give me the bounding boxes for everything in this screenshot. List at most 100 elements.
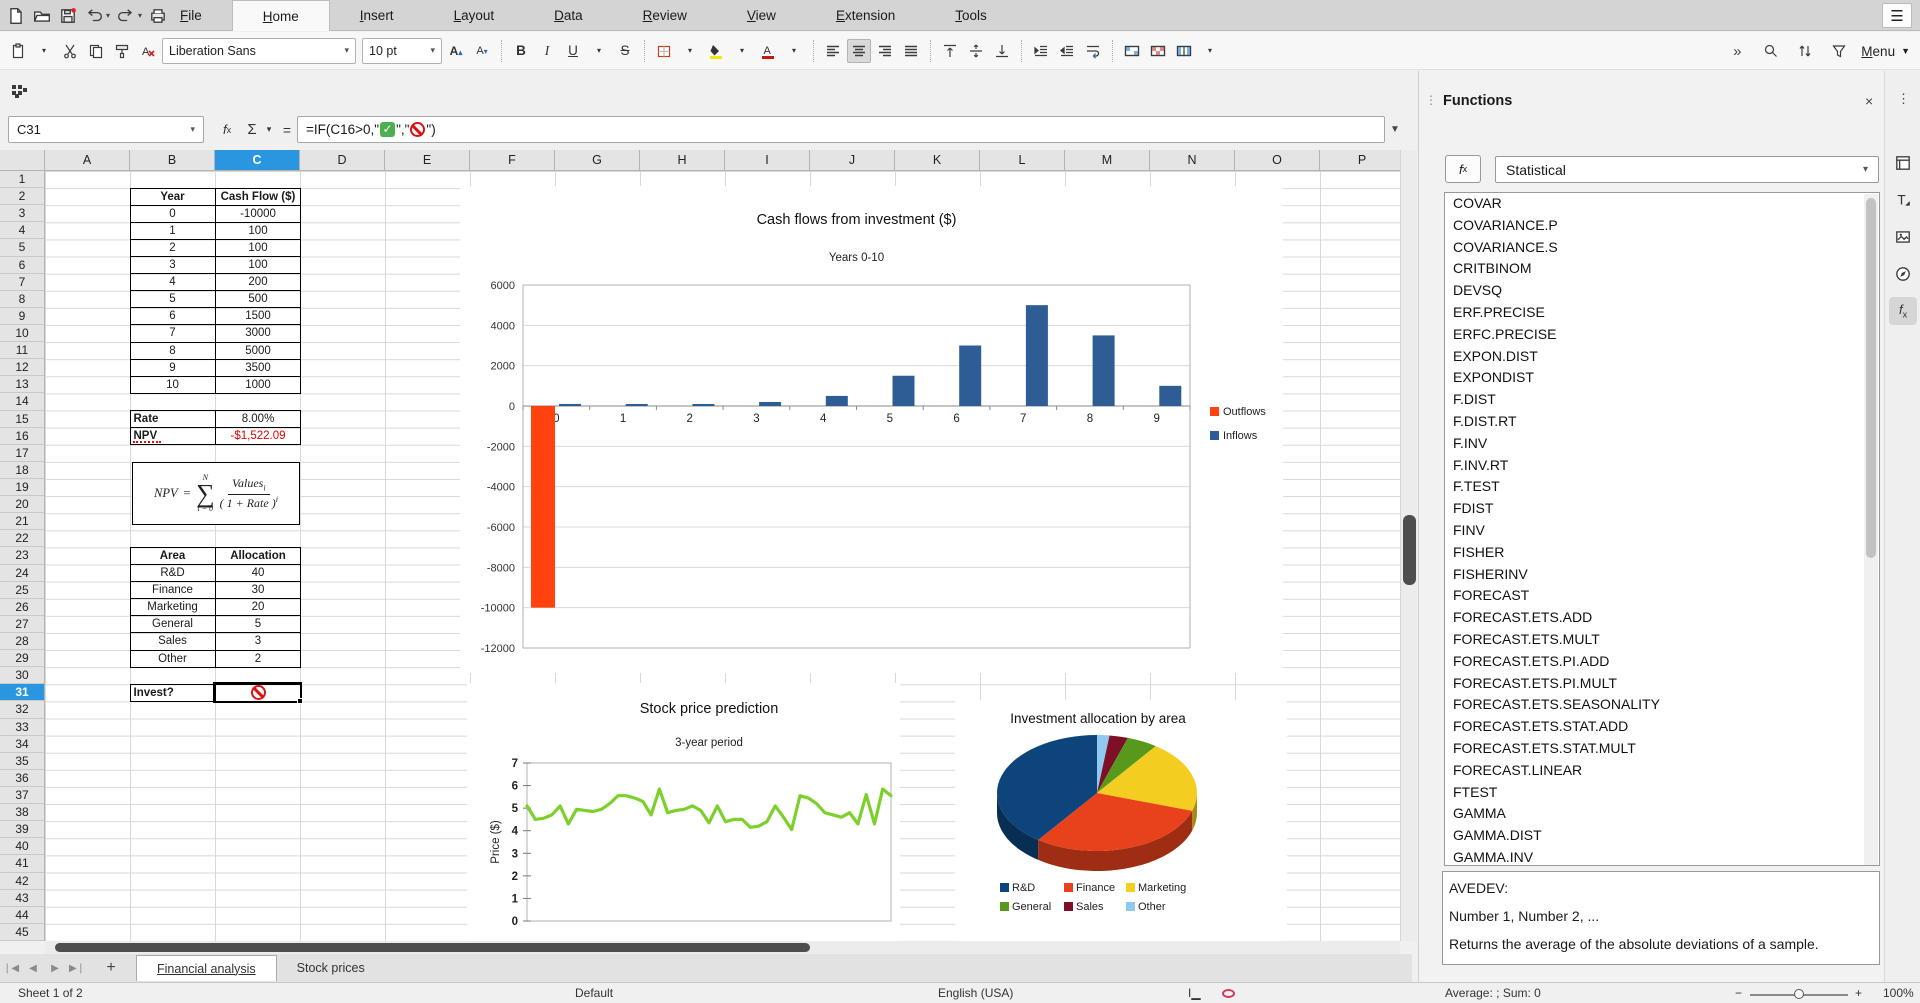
function-item-expon.dist[interactable]: EXPON.DIST xyxy=(1445,346,1879,368)
column-header-L[interactable]: L xyxy=(980,150,1065,170)
function-item-critbinom[interactable]: CRITBINOM xyxy=(1445,258,1879,280)
row-header-40[interactable]: 40 xyxy=(0,838,44,855)
gallery-icon[interactable] xyxy=(1889,223,1917,251)
language[interactable]: English (USA) xyxy=(938,986,1013,1000)
open-icon[interactable] xyxy=(32,6,52,26)
row-header-23[interactable]: 23 xyxy=(0,547,44,564)
undo-icon[interactable] xyxy=(84,6,104,26)
toolbar-overflow-button[interactable]: » xyxy=(1725,39,1749,63)
cell-B25[interactable]: Finance xyxy=(131,582,216,599)
row-header-24[interactable]: 24 xyxy=(0,565,44,582)
function-item-forecast.ets.pi.mult[interactable]: FORECAST.ETS.PI.MULT xyxy=(1445,673,1879,695)
function-item-forecast.ets.seasonality[interactable]: FORECAST.ETS.SEASONALITY xyxy=(1445,694,1879,716)
cell-C10[interactable]: 3000 xyxy=(216,325,301,342)
cell-B31[interactable]: Invest? xyxy=(131,685,216,702)
merge-dropdown-icon[interactable]: ▾ xyxy=(1198,39,1222,63)
column-header-C[interactable]: C xyxy=(215,150,300,170)
redo-icon[interactable] xyxy=(116,6,136,26)
align-bottom-icon[interactable] xyxy=(990,39,1014,63)
menu-tab-data[interactable]: Data xyxy=(524,0,613,31)
cell-B5[interactable]: 2 xyxy=(131,240,216,257)
clone-formatting-icon[interactable] xyxy=(110,39,134,63)
function-item-fisher[interactable]: FISHER xyxy=(1445,542,1879,564)
zoom-level[interactable]: 100% xyxy=(1883,986,1914,1000)
row-header-35[interactable]: 35 xyxy=(0,753,44,770)
cell-C6[interactable]: 100 xyxy=(216,257,301,274)
cell-C2[interactable]: Cash Flow ($) xyxy=(216,189,301,206)
function-item-forecast[interactable]: FORECAST xyxy=(1445,585,1879,607)
row-header-29[interactable]: 29 xyxy=(0,650,44,667)
function-item-erf.precise[interactable]: ERF.PRECISE xyxy=(1445,302,1879,324)
font-size-combo[interactable]: 10 pt▾ xyxy=(362,38,442,64)
merge-cells-icon[interactable] xyxy=(1146,39,1170,63)
function-item-forecast.ets.add[interactable]: FORECAST.ETS.ADD xyxy=(1445,607,1879,629)
row-header-13[interactable]: 13 xyxy=(0,376,44,393)
function-list-scrollbar-thumb[interactable] xyxy=(1866,198,1876,558)
insert-function-button[interactable]: fx xyxy=(1445,155,1481,183)
function-item-finv[interactable]: FINV xyxy=(1445,520,1879,542)
decrease-indent-icon[interactable] xyxy=(1055,39,1079,63)
properties-icon[interactable] xyxy=(1889,149,1917,177)
cell-B4[interactable]: 1 xyxy=(131,223,216,240)
align-left-icon[interactable] xyxy=(821,39,845,63)
row-header-1[interactable]: 1 xyxy=(0,171,44,188)
function-wizard-button[interactable]: fx xyxy=(214,116,240,143)
function-item-f.test[interactable]: F.TEST xyxy=(1445,476,1879,498)
last-sheet-icon[interactable]: ▶❘ xyxy=(66,963,88,974)
function-item-erfc.precise[interactable]: ERFC.PRECISE xyxy=(1445,324,1879,346)
menu-dropdown[interactable]: Menu▼ xyxy=(1861,44,1910,59)
sheet-tab-financial-analysis[interactable]: Financial analysis xyxy=(136,955,277,981)
column-header-O[interactable]: O xyxy=(1235,150,1320,170)
row-header-42[interactable]: 42 xyxy=(0,873,44,890)
average-sum[interactable]: Average: ; Sum: 0 xyxy=(1445,986,1541,1000)
horizontal-scrollbar-thumb[interactable] xyxy=(55,943,810,952)
menu-tab-home[interactable]: Home xyxy=(232,0,330,31)
borders-dropdown-icon[interactable]: ▾ xyxy=(678,39,702,63)
column-header-E[interactable]: E xyxy=(385,150,470,170)
function-item-fisherinv[interactable]: FISHERINV xyxy=(1445,564,1879,586)
cell-C7[interactable]: 200 xyxy=(216,274,301,291)
insert-mode-indicator[interactable]: I▁ xyxy=(1188,986,1201,1000)
cell-C27[interactable]: 5 xyxy=(216,616,301,633)
cell-B27[interactable]: General xyxy=(131,616,216,633)
function-item-gamma.inv[interactable]: GAMMA.INV xyxy=(1445,847,1879,866)
formula-input[interactable]: =IF(C16>0,"✓","") xyxy=(297,116,1385,143)
font-color-dropdown-icon[interactable]: ▾ xyxy=(782,39,806,63)
row-header-7[interactable]: 7 xyxy=(0,274,44,291)
cell-C11[interactable]: 5000 xyxy=(216,343,301,360)
cell-B13[interactable]: 10 xyxy=(131,377,216,394)
cell-C25[interactable]: 30 xyxy=(216,582,301,599)
row-header-39[interactable]: 39 xyxy=(0,821,44,838)
npv-formula-image[interactable]: NPV = N ∑ i = 0 Valuesi ( 1 + Rate )i xyxy=(132,462,300,525)
row-header-2[interactable]: 2 xyxy=(0,188,44,205)
column-header-I[interactable]: I xyxy=(725,150,810,170)
new-doc-icon[interactable] xyxy=(6,6,26,26)
align-vcenter-icon[interactable] xyxy=(964,39,988,63)
clear-formatting-icon[interactable]: A xyxy=(136,39,160,63)
sum-dropdown-icon[interactable]: ▾ xyxy=(262,116,276,143)
sum-button[interactable]: Σ xyxy=(240,116,264,143)
copy-icon[interactable] xyxy=(84,39,108,63)
function-item-gamma[interactable]: GAMMA xyxy=(1445,803,1879,825)
next-sheet-icon[interactable]: ▶ xyxy=(44,963,66,974)
add-sheet-button[interactable]: + xyxy=(96,959,126,977)
function-item-f.dist[interactable]: F.DIST xyxy=(1445,389,1879,411)
column-header-H[interactable]: H xyxy=(640,150,725,170)
row-header-20[interactable]: 20 xyxy=(0,496,44,513)
column-header-B[interactable]: B xyxy=(130,150,215,170)
sheet-info[interactable]: Sheet 1 of 2 xyxy=(18,986,83,1000)
cut-icon[interactable] xyxy=(58,39,82,63)
menu-tab-file[interactable]: File xyxy=(150,0,232,31)
prev-sheet-icon[interactable]: ◀ xyxy=(22,963,44,974)
function-item-forecast.linear[interactable]: FORECAST.LINEAR xyxy=(1445,760,1879,782)
function-list-scrollbar[interactable] xyxy=(1864,194,1878,865)
navigator-icon[interactable] xyxy=(1889,260,1917,288)
cell-C4[interactable]: 100 xyxy=(216,223,301,240)
menu-tab-insert[interactable]: Insert xyxy=(330,0,424,31)
vertical-scrollbar-thumb[interactable] xyxy=(1403,515,1416,585)
row-header-25[interactable]: 25 xyxy=(0,582,44,599)
cell-C15[interactable]: 8.00% xyxy=(216,411,301,428)
cell-C24[interactable]: 40 xyxy=(216,565,301,582)
row-header-43[interactable]: 43 xyxy=(0,890,44,907)
cell-C29[interactable]: 2 xyxy=(216,651,301,668)
